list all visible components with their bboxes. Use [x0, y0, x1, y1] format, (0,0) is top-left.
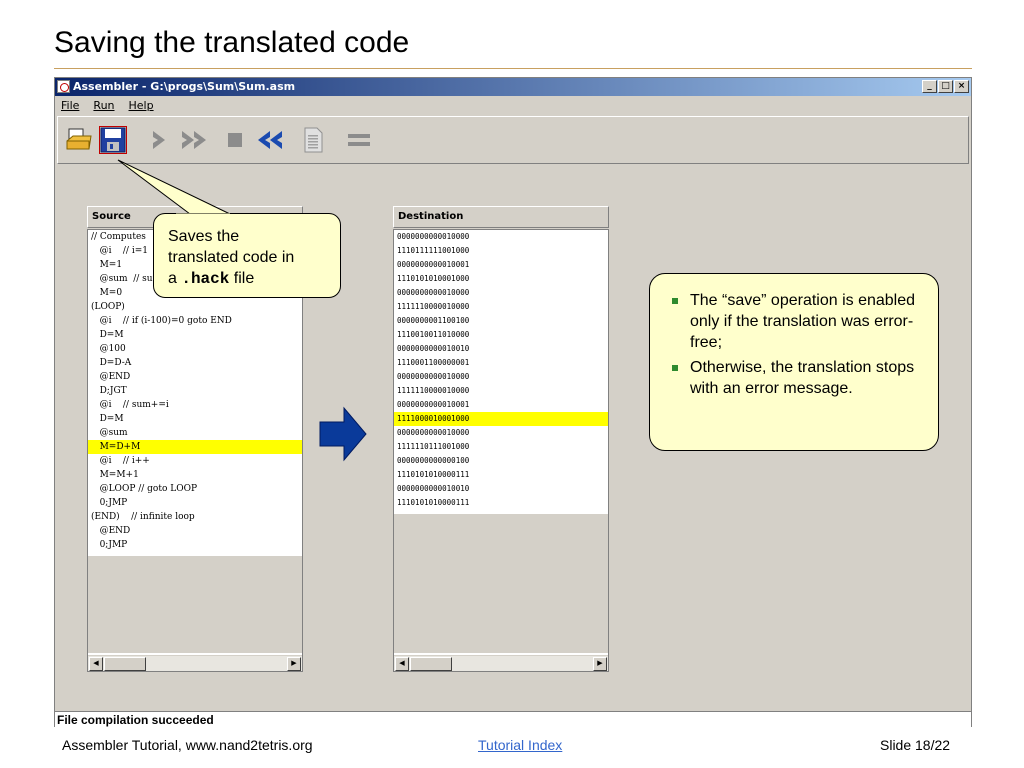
- source-line: 0;JMP: [91, 498, 128, 508]
- notes-box: The “save” operation is enabled only if …: [649, 273, 939, 451]
- destination-line: 0000000000010000: [397, 288, 470, 297]
- slide-title: Saving the translated code: [54, 26, 410, 59]
- source-line: @sum: [91, 428, 128, 438]
- callout-line-1: Saves the: [168, 228, 240, 245]
- destination-line: 0000000000010001: [397, 400, 470, 409]
- source-line: D=M: [91, 414, 124, 424]
- toolbar: [57, 116, 969, 164]
- equals-icon[interactable]: [344, 125, 374, 155]
- callout-line-3: a .hack file: [168, 268, 334, 290]
- scroll-left-icon[interactable]: ◀: [395, 657, 409, 671]
- load-program-icon[interactable]: [64, 125, 94, 155]
- menu-run[interactable]: Run: [93, 97, 114, 115]
- menu-help[interactable]: Help: [129, 97, 154, 115]
- fast-forward-icon[interactable]: [180, 125, 210, 155]
- compare-file-icon[interactable]: [298, 125, 328, 155]
- callout-line-2: translated code in: [168, 249, 295, 266]
- rewind-icon[interactable]: [254, 125, 284, 155]
- minimize-button[interactable]: _: [922, 80, 937, 93]
- destination-line: 1110010011010000: [397, 330, 470, 339]
- callout-code: .hack: [181, 270, 230, 288]
- notes-list: The “save” operation is enabled only if …: [668, 290, 924, 399]
- destination-line: 1111110111001000: [397, 442, 470, 451]
- footer-credit: Assembler Tutorial, www.nand2tetris.org: [62, 737, 313, 753]
- destination-line: 1110101010000111: [397, 470, 470, 479]
- source-empty-area: [88, 556, 302, 653]
- slide-number: Slide 18/22: [880, 737, 951, 753]
- destination-line: 1110001100000001: [397, 358, 470, 367]
- arrow-right-icon: [319, 406, 367, 462]
- source-line: M=M+1: [91, 470, 139, 480]
- destination-line: 0000000001100100: [397, 316, 470, 325]
- source-line: @LOOP // goto LOOP: [91, 484, 198, 494]
- destination-line: 0000000000010000: [397, 372, 470, 381]
- window-controls: _ □ ×: [922, 80, 969, 93]
- app-icon: [57, 80, 70, 93]
- source-line: D=M: [91, 330, 124, 340]
- destination-panel-title: Destination: [393, 206, 609, 228]
- destination-line: 0000000000010000: [397, 232, 470, 241]
- save-icon[interactable]: [98, 125, 128, 155]
- source-line: D=D-A: [91, 358, 132, 368]
- callout-prefix: a: [168, 270, 182, 287]
- window-title: Assembler - G:\progs\Sum\Sum.asm: [73, 80, 296, 93]
- source-line: @i // sum+=i: [91, 400, 169, 410]
- scroll-thumb[interactable]: [410, 657, 452, 671]
- scroll-thumb[interactable]: [104, 657, 146, 671]
- menu-file[interactable]: File: [61, 97, 79, 115]
- destination-line: 0000000000010001: [397, 260, 470, 269]
- destination-empty-area: [394, 514, 608, 653]
- destination-line: 0000000000010000: [397, 428, 470, 437]
- source-line: @i // i++: [91, 456, 150, 466]
- destination-line: 0000000000010010: [397, 344, 470, 353]
- scroll-left-icon[interactable]: ◀: [89, 657, 103, 671]
- status-bar: File compilation succeeded: [55, 711, 971, 727]
- save-callout: Saves the translated code in a .hack fil…: [153, 213, 341, 298]
- destination-line-highlighted: 1111000010001000: [394, 412, 608, 426]
- source-line: D;JGT: [91, 386, 127, 396]
- source-horizontal-scrollbar[interactable]: ◀ ▶: [88, 655, 302, 671]
- title-rule: [54, 68, 972, 69]
- note-item: The “save” operation is enabled only if …: [668, 290, 924, 353]
- destination-listbox[interactable]: 0000000000010000 1110111111001000 00000000…: [393, 229, 609, 672]
- scroll-right-icon[interactable]: ▶: [593, 657, 607, 671]
- source-line: (END) // infinite loop: [91, 512, 195, 522]
- maximize-button[interactable]: □: [938, 80, 953, 93]
- destination-horizontal-scrollbar[interactable]: ◀ ▶: [394, 655, 608, 671]
- source-line: 0;JMP: [91, 540, 128, 550]
- source-line: @END: [91, 372, 131, 382]
- source-line: @i // if (i-100)=0 goto END: [91, 316, 232, 326]
- destination-line: 1110101010000111: [397, 498, 470, 507]
- note-item: Otherwise, the translation stops with an…: [668, 357, 924, 399]
- single-step-icon[interactable]: [144, 125, 174, 155]
- destination-line: 1110101010001000: [397, 274, 470, 283]
- source-line-highlighted: M=D+M: [88, 440, 302, 454]
- destination-lines: 0000000000010000 1110111111001000 00000000…: [394, 230, 608, 510]
- close-button[interactable]: ×: [954, 80, 969, 93]
- source-line: @100: [91, 344, 126, 354]
- scroll-right-icon[interactable]: ▶: [287, 657, 301, 671]
- destination-line: 0000000000010010: [397, 484, 470, 493]
- stop-icon[interactable]: [220, 125, 250, 155]
- source-line: @END: [91, 526, 131, 536]
- destination-line: 1111110000010000: [397, 302, 470, 311]
- source-line: (LOOP): [91, 302, 125, 312]
- destination-line: 1110111111001000: [397, 246, 470, 255]
- destination-line: 1111110000010000: [397, 386, 470, 395]
- destination-line: 0000000000000100: [397, 456, 470, 465]
- window-titlebar[interactable]: Assembler - G:\progs\Sum\Sum.asm _ □ ×: [55, 78, 971, 96]
- callout-suffix: file: [229, 270, 255, 287]
- tutorial-index-link[interactable]: Tutorial Index: [478, 737, 562, 753]
- menu-bar: File Run Help: [55, 97, 154, 115]
